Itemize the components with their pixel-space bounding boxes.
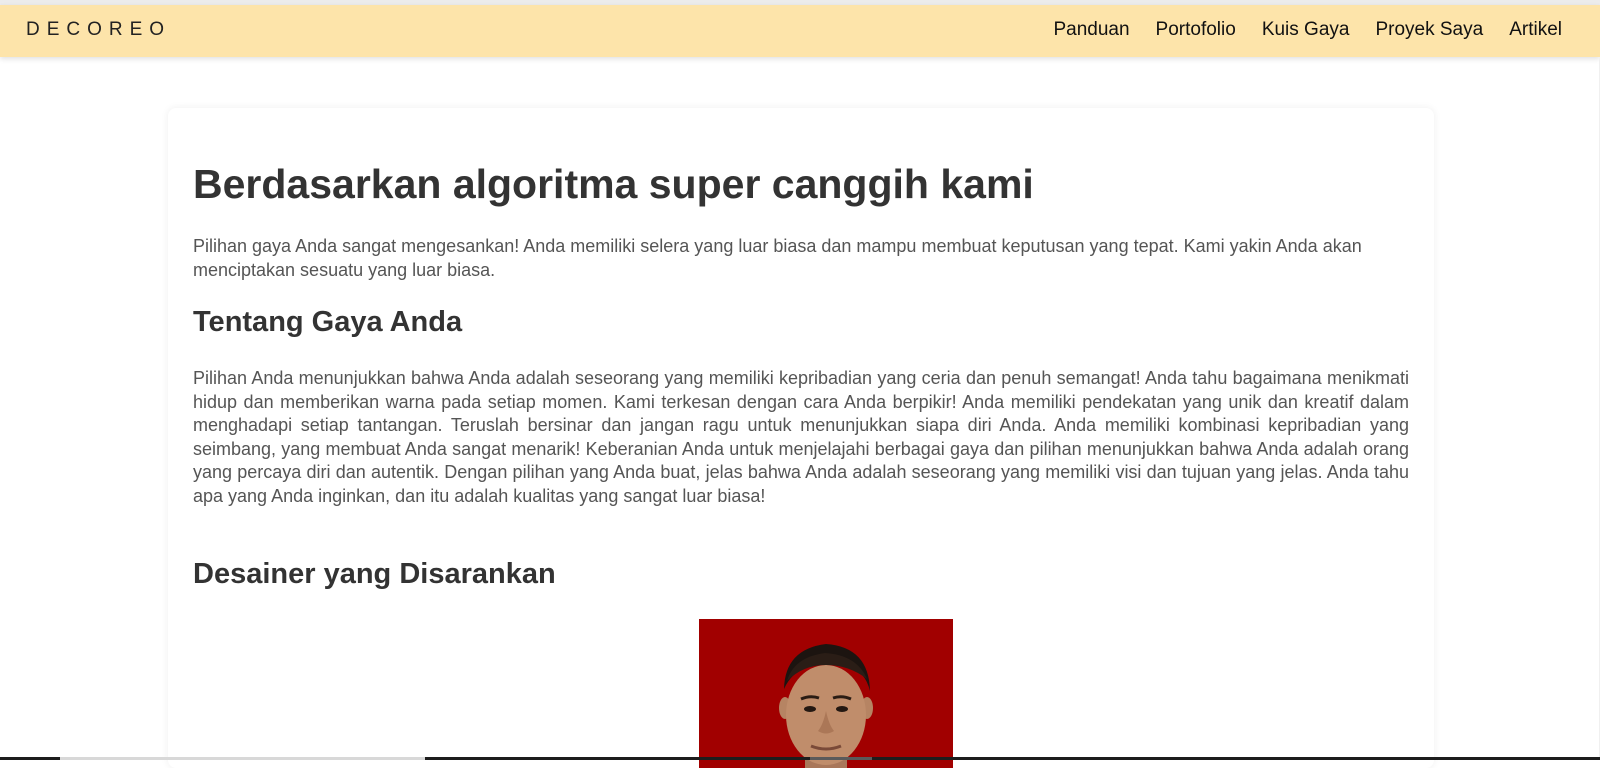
page-title: Berdasarkan algoritma super canggih kami bbox=[193, 161, 1034, 207]
style-description: Pilihan Anda menunjukkan bahwa Anda adal… bbox=[193, 368, 1409, 506]
nav-link-panduan[interactable]: Panduan bbox=[1053, 19, 1129, 41]
brand-logo[interactable]: DECOREO bbox=[26, 19, 171, 41]
designer-portrait-image bbox=[699, 619, 953, 768]
nav-links: Panduan Portofolio Kuis Gaya Proyek Saya… bbox=[1027, 19, 1562, 41]
style-heading: Tentang Gaya Anda bbox=[193, 306, 463, 338]
intro-paragraph: Pilihan gaya Anda sangat mengesankan! An… bbox=[193, 236, 1362, 280]
nav-link-proyek-saya[interactable]: Proyek Saya bbox=[1375, 19, 1483, 41]
nav-link-artikel[interactable]: Artikel bbox=[1509, 19, 1562, 41]
nav-link-kuis-gaya[interactable]: Kuis Gaya bbox=[1262, 19, 1350, 41]
designer-photo bbox=[699, 619, 953, 768]
nav-link-portofolio[interactable]: Portofolio bbox=[1156, 19, 1236, 41]
designer-heading: Desainer yang Disarankan bbox=[193, 558, 556, 590]
result-card: Berdasarkan algoritma super canggih kami… bbox=[168, 108, 1434, 768]
navbar: DECOREO Panduan Portofolio Kuis Gaya Pro… bbox=[0, 5, 1600, 57]
